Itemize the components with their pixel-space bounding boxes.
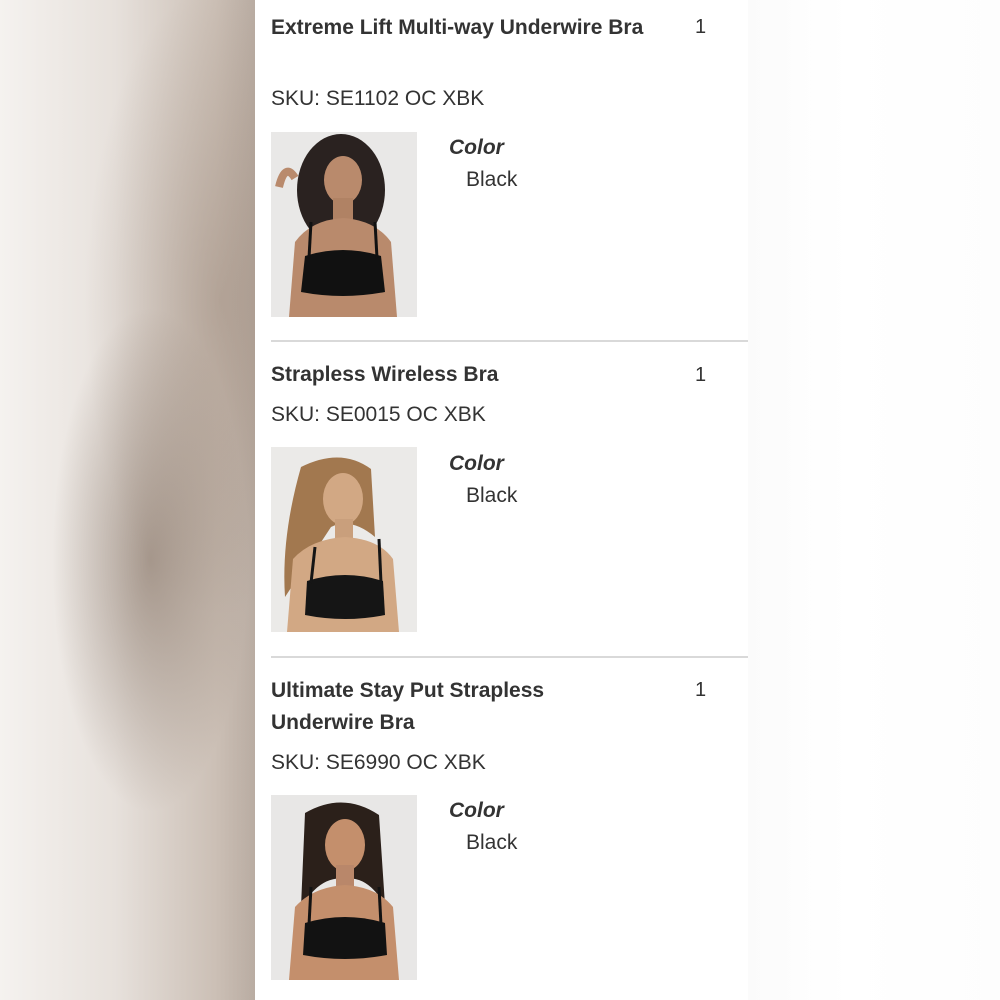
item-sku: SKU: SE6990 OC XBK bbox=[271, 751, 486, 774]
product-image[interactable] bbox=[271, 447, 417, 632]
color-label: Color bbox=[449, 452, 504, 475]
item-title[interactable]: Extreme Lift Multi-way Underwire Bra bbox=[271, 12, 651, 44]
color-label: Color bbox=[449, 799, 504, 822]
item-quantity: 1 bbox=[695, 679, 707, 701]
item-title[interactable]: Strapless Wireless Bra bbox=[271, 359, 651, 391]
product-image[interactable] bbox=[271, 132, 417, 317]
item-sku: SKU: SE0015 OC XBK bbox=[271, 403, 486, 426]
product-image[interactable] bbox=[271, 795, 417, 980]
model-photo-icon bbox=[271, 132, 417, 317]
color-label: Color bbox=[449, 136, 504, 159]
item-sku: SKU: SE1102 OC XBK bbox=[271, 87, 485, 110]
item-divider bbox=[271, 656, 748, 658]
item-quantity: 1 bbox=[695, 364, 707, 386]
item-quantity: 1 bbox=[695, 16, 707, 38]
model-photo-icon bbox=[271, 795, 417, 980]
order-items-card: Extreme Lift Multi-way Underwire Bra 1 S… bbox=[255, 0, 748, 1000]
color-value: Black bbox=[466, 168, 518, 191]
color-value: Black bbox=[466, 831, 518, 854]
item-title[interactable]: Ultimate Stay Put Strapless Underwire Br… bbox=[271, 675, 651, 739]
color-value: Black bbox=[466, 484, 518, 507]
model-photo-icon bbox=[271, 447, 417, 632]
blurred-background-left bbox=[0, 0, 255, 1000]
item-divider bbox=[271, 340, 748, 342]
blurred-background-right bbox=[748, 0, 1000, 1000]
